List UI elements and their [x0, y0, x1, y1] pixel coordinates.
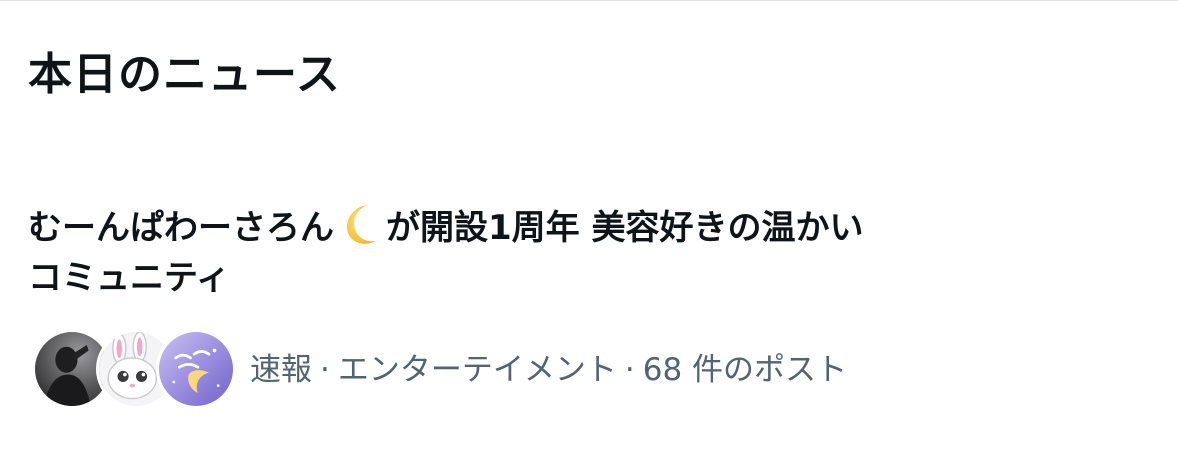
news-topic: エンターテイメント — [337, 352, 617, 388]
section-title: 本日のニュース — [28, 49, 341, 100]
news-post-count: 68 件のポスト — [642, 352, 848, 388]
news-headline[interactable]: むーんぱわーさろん が開設1周年 美容好きの温かい コミュニティ — [28, 201, 1028, 303]
avatar-moon-power-salon-logo — [156, 329, 236, 409]
meta-separator: · — [624, 352, 635, 388]
news-meta-row: 速報 · エンターテイメント · 68 件のポスト — [32, 329, 1132, 413]
news-category: 速報 — [250, 352, 312, 388]
headline-text-part2: が開設1周年 美容好きの温かい — [386, 208, 864, 248]
news-item[interactable]: むーんぱわーさろん が開設1周年 美容好きの温かい コミュニティ 速報 · エン… — [0, 191, 1178, 431]
meta-separator: · — [320, 352, 330, 388]
crescent-moon-icon — [336, 201, 384, 249]
headline-line-1: むーんぱわーさろん が開設1周年 美容好きの温かい — [28, 201, 1028, 253]
headline-text-part1: むーんぱわーさろん — [28, 208, 334, 248]
news-meta-text: 速報 · エンターテイメント · 68 件のポスト — [250, 349, 847, 391]
trending-news-card: 本日のニュース むーんぱわーさろん が開設1周年 美容好きの温かい コミュニティ — [0, 0, 1178, 474]
headline-line-2: コミュニティ — [28, 258, 230, 298]
